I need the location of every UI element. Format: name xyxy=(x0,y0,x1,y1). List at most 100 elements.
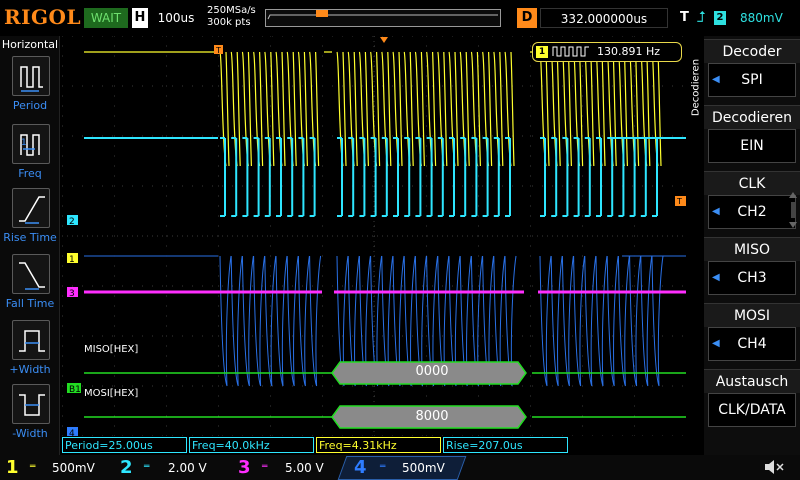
menu-miso-header: MISO xyxy=(704,237,800,261)
left-arrow-icon: ◀ xyxy=(712,338,720,349)
memory-overview-strip xyxy=(265,9,501,27)
channel-1-trace xyxy=(84,51,662,167)
miso-bus-name: MISO[HEX] xyxy=(84,344,139,355)
svg-text:1: 1 xyxy=(21,138,27,148)
menu-decoder-header: Decoder xyxy=(704,39,800,63)
channel-2-trace xyxy=(84,137,686,217)
channel-3-scale[interactable]: 5.00 V xyxy=(285,461,324,475)
menu-miso-value-box[interactable]: ◀ CH3 xyxy=(708,261,796,295)
rise-time-icon xyxy=(12,188,50,228)
fall-time-icon xyxy=(12,254,50,294)
channel-marker-label: 4 xyxy=(69,429,75,436)
acquisition-info: 250MSa/s 300k pts xyxy=(207,5,256,29)
miso-bus-value: 0000 xyxy=(415,364,449,379)
channel-4-coupling-icon: ═ xyxy=(380,462,386,472)
channel-bar: 1 ═ 500mV 2 ═ 2.00 V 3 ═ 5.00 V 4 ═ 500m… xyxy=(0,455,800,480)
trigger-level[interactable]: 880mV xyxy=(740,8,783,28)
measure-rise-time-button[interactable]: Rise Time xyxy=(0,188,60,252)
period-label: Period xyxy=(12,99,48,112)
frequency-label: Freq xyxy=(18,167,42,180)
menu-exchange-value-box[interactable]: CLK/DATA xyxy=(708,393,796,427)
mosi-bus-name: MOSI[HEX] xyxy=(84,388,139,399)
menu-miso-value: CH3 xyxy=(737,270,767,286)
trigger-source: 2 xyxy=(714,11,726,25)
measure-negative-width-button[interactable]: -Width xyxy=(0,384,60,448)
menu-exchange-value: CLK/DATA xyxy=(718,402,786,418)
menu-decode-toggle[interactable]: Decodieren EIN xyxy=(704,105,800,163)
menu-clk-value-box[interactable]: ◀ CH2 xyxy=(708,195,796,229)
menu-tab[interactable]: Decodieren xyxy=(686,36,704,126)
measurement-item[interactable]: Rise=207.0us xyxy=(443,437,568,453)
trigger-level-label: T xyxy=(676,197,682,206)
channel-4-number[interactable]: 4 xyxy=(354,457,367,478)
channel-1-coupling-icon: ═ xyxy=(30,462,36,472)
channel-1-scale[interactable]: 500mV xyxy=(52,461,95,475)
rigol-logo: RIGOL xyxy=(4,5,82,29)
channel-marker-label: 3 xyxy=(69,289,75,299)
channel-1-number[interactable]: 1 xyxy=(6,457,19,478)
channel-3-coupling-icon: ═ xyxy=(262,462,268,472)
channel-marker-label: 2 xyxy=(69,217,75,227)
channel-2-number[interactable]: 2 xyxy=(120,457,133,478)
measure-period-button[interactable]: Period xyxy=(0,56,60,120)
menu-decode-value-box[interactable]: EIN xyxy=(708,129,796,163)
menu-decoder-value-box[interactable]: ◀ SPI xyxy=(708,63,796,97)
left-arrow-icon: ◀ xyxy=(712,272,720,283)
menu-tab-label: Decodieren xyxy=(690,58,702,117)
trigger-marker-label: T xyxy=(215,46,221,55)
decode-menu: Decoder ◀ SPI Decodieren EIN CLK ◀ CH2 MIS… xyxy=(704,36,800,455)
rising-edge-icon: ⮥ xyxy=(697,8,706,26)
square-wave-icon xyxy=(552,46,589,57)
menu-miso[interactable]: MISO ◀ CH3 xyxy=(704,237,800,295)
negative-width-icon xyxy=(12,384,50,424)
speaker-muted-icon[interactable] xyxy=(762,457,786,477)
memory-wave xyxy=(267,14,498,20)
measurement-item[interactable]: Freq=40.0kHz xyxy=(189,437,314,453)
left-arrow-icon: ◀ xyxy=(712,74,720,85)
measure-panel-title: Horizontal xyxy=(1,38,59,51)
menu-scroll-icon[interactable] xyxy=(788,190,798,230)
memory-depth: 300k pts xyxy=(207,17,251,28)
channel-marker-label: B1 xyxy=(69,385,81,395)
top-status-bar: RIGOL WAIT H 100us 250MSa/s 300k pts D 3… xyxy=(0,0,800,36)
measure-fall-time-button[interactable]: Fall Time xyxy=(0,254,60,318)
trigger-time-marker xyxy=(380,37,388,43)
channel-marker-label: 1 xyxy=(69,255,75,265)
waveform-display[interactable]: 2 1 3 B1 4 T T 1 130.891 Hz MISO[HEX] MOSI[HEX… xyxy=(62,36,686,436)
run-status: WAIT xyxy=(84,8,128,28)
left-arrow-icon: ◀ xyxy=(712,206,720,217)
horizontal-badge: H xyxy=(132,8,148,28)
positive-width-label: +Width xyxy=(9,363,51,376)
timebase-value[interactable]: 100us xyxy=(150,8,202,28)
measurement-item[interactable]: Period=25.00us xyxy=(62,437,187,453)
fall-time-label: Fall Time xyxy=(5,297,55,310)
menu-decoder[interactable]: Decoder ◀ SPI xyxy=(704,39,800,97)
channel-2-scale[interactable]: 2.00 V xyxy=(168,461,207,475)
measure-panel: Horizontal Period 1 Freq Rise Time Fall … xyxy=(0,36,60,455)
channel-2-coupling-icon: ═ xyxy=(144,462,150,472)
channel-3-number[interactable]: 3 xyxy=(238,457,251,478)
mosi-bus-value: 8000 xyxy=(415,409,449,424)
memory-wave-svg xyxy=(267,10,498,20)
counter-channel: 1 xyxy=(536,46,548,58)
period-icon xyxy=(12,56,50,96)
measure-positive-width-button[interactable]: +Width xyxy=(0,320,60,384)
menu-mosi-value: CH4 xyxy=(737,336,767,352)
frequency-counter: 1 130.891 Hz xyxy=(532,42,682,62)
menu-decode-header: Decodieren xyxy=(704,105,800,129)
menu-exchange-header: Austausch xyxy=(704,369,800,393)
trigger-badge: T xyxy=(680,10,689,25)
menu-clk-value: CH2 xyxy=(737,204,767,220)
menu-clk[interactable]: CLK ◀ CH2 xyxy=(704,171,800,229)
measure-frequency-button[interactable]: 1 Freq xyxy=(0,124,60,188)
menu-exchange[interactable]: Austausch CLK/DATA xyxy=(704,369,800,427)
channel-4-scale[interactable]: 500mV xyxy=(402,461,445,475)
measurement-item[interactable]: Freq=4.31kHz xyxy=(316,437,441,453)
menu-mosi-value-box[interactable]: ◀ CH4 xyxy=(708,327,796,361)
menu-mosi[interactable]: MOSI ◀ CH4 xyxy=(704,303,800,361)
counter-value: 130.891 Hz xyxy=(597,45,661,58)
measurement-bar: Period=25.00us Freq=40.0kHz Freq=4.31kHz… xyxy=(62,437,686,453)
menu-decoder-value: SPI xyxy=(741,72,763,88)
menu-decode-value: EIN xyxy=(740,138,764,154)
delay-value[interactable]: 332.000000us xyxy=(540,8,668,28)
